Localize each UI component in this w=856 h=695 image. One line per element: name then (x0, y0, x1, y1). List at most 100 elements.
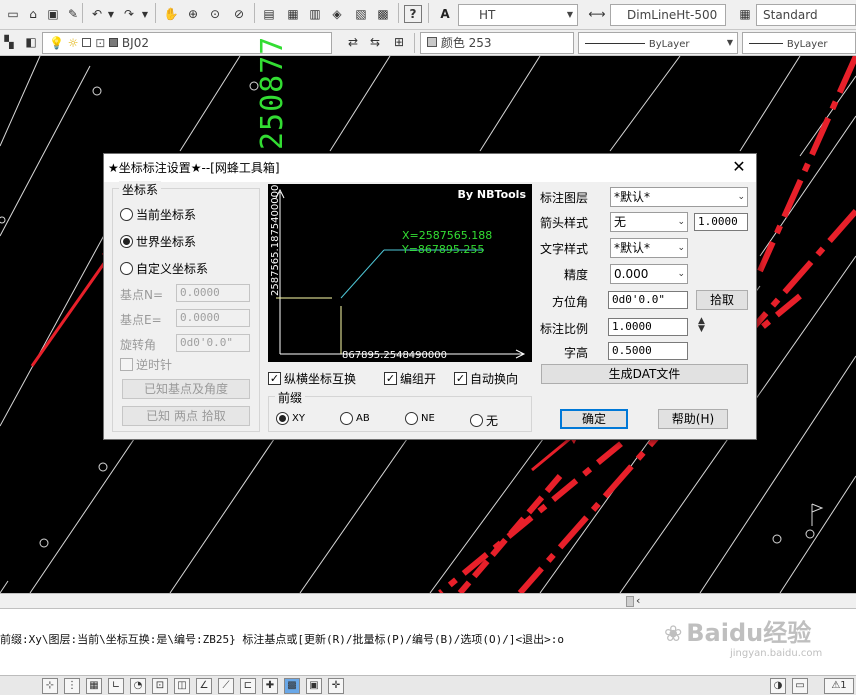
generate-dat-button[interactable]: 生成DAT文件 (541, 364, 748, 384)
text-height-input[interactable]: 0.5000 (608, 342, 688, 360)
dim-style-icon: ⟷ (588, 7, 606, 21)
markup-icon[interactable]: ▧ (352, 5, 370, 23)
new-icon[interactable]: ▭ (4, 5, 22, 23)
quick-props-icon[interactable]: ▣ (306, 678, 322, 694)
base-e-label: 基点E= (120, 313, 162, 327)
radio-current-coord[interactable]: 当前坐标系 (120, 206, 196, 223)
radio-world-coord[interactable]: 世界坐标系 (120, 233, 196, 250)
layer-walk-icon[interactable]: ⊞ (390, 33, 408, 51)
undo-dropdown-icon[interactable]: ▼ (106, 5, 116, 23)
scroll-thumb[interactable] (626, 596, 634, 607)
lightbulb-icon: 💡 (49, 36, 64, 50)
unlock-icon: ⊡ (95, 36, 106, 50)
ducs-icon[interactable]: ⟋ (218, 678, 234, 694)
preview-leader (340, 249, 385, 299)
radio-icon (470, 414, 483, 427)
baidu-watermark: ❀ Baidu经验 jingyan.baidu.com (664, 613, 822, 659)
rotate-input[interactable]: 0d0'0.0" (176, 334, 250, 352)
color-swatch-icon (427, 37, 437, 47)
lineweight-icon[interactable]: ✚ (262, 678, 278, 694)
command-line[interactable]: 前缀:Xy\图层:当前\坐标互换:是\编号:ZB25} 标注基点或[更新(R)/… (0, 631, 564, 647)
radio-prefix-none[interactable]: 无 (470, 412, 498, 429)
precision-select[interactable]: 0.000 ⌄ (610, 264, 688, 284)
annotation-scale-icon[interactable]: ⚠1 (824, 678, 854, 694)
layer-state-icon[interactable]: ◧ (22, 33, 40, 51)
model-icon[interactable]: ◑ (770, 678, 786, 694)
open-icon[interactable]: ⌂ (24, 5, 42, 23)
polar-icon[interactable]: ◔ (130, 678, 146, 694)
base-e-input[interactable]: 0.0000 (176, 309, 250, 327)
pick-button[interactable]: 拾取 (696, 290, 748, 310)
ccw-checkbox[interactable]: 逆时针 (120, 356, 172, 373)
transparency-icon[interactable]: ▩ (284, 678, 300, 694)
checkbox-icon (120, 358, 133, 371)
3d-osnap-icon[interactable]: ◫ (174, 678, 190, 694)
pan-icon[interactable]: ✋ (162, 5, 180, 23)
zoom-window-icon[interactable]: ⊕ (184, 5, 202, 23)
layer-manager-icon[interactable]: ▚ (0, 33, 18, 51)
linetype-value: ByLayer (648, 39, 690, 50)
redo-icon[interactable]: ↷ (120, 5, 138, 23)
color-combo[interactable]: 颜色 253 (420, 32, 574, 54)
radio-custom-coord[interactable]: 自定义坐标系 (120, 260, 208, 277)
selection-cycling-icon[interactable]: ✛ (328, 678, 344, 694)
paw-icon: ❀ (664, 622, 683, 647)
grid-display-icon[interactable]: ⋮ (64, 678, 80, 694)
group-on-checkbox[interactable]: ✓ 编组开 (384, 370, 436, 387)
spin-updown-icon[interactable]: ▲ ▼ (698, 317, 705, 334)
tool-palette-icon[interactable]: ▥ (306, 5, 324, 23)
zoom-previous-icon[interactable]: ⊘ (230, 5, 248, 23)
help-icon[interactable]: ? (404, 5, 422, 23)
otrack-icon[interactable]: ∠ (196, 678, 212, 694)
text-style-combo[interactable]: HT ▼ (458, 4, 578, 26)
table-style-combo[interactable]: Standard (756, 4, 856, 26)
layer-select[interactable]: *默认* ⌄ (610, 187, 748, 207)
arrow-size-input[interactable]: 1.0000 (694, 213, 748, 231)
base-n-input[interactable]: 0.0000 (176, 284, 250, 302)
radio-prefix-ab[interactable]: AB (340, 412, 370, 425)
redo-dropdown-icon[interactable]: ▼ (140, 5, 150, 23)
osnap-icon[interactable]: ⊡ (152, 678, 168, 694)
linetype-combo[interactable]: ByLayer ▼ (578, 32, 738, 54)
sheetset-icon[interactable]: ◈ (328, 5, 346, 23)
design-center-icon[interactable]: ▦ (284, 5, 302, 23)
saveas-icon[interactable]: ✎ (64, 5, 82, 23)
radio-prefix-ne[interactable]: NE (405, 412, 435, 425)
auto-direction-checkbox[interactable]: ✓ 自动换向 (454, 370, 518, 387)
snap-icon[interactable]: ⊹ (42, 678, 58, 694)
scale-input[interactable]: 1.0000 (608, 318, 688, 336)
dyn-icon[interactable]: ⊏ (240, 678, 256, 694)
calculator-icon[interactable]: ▩ (374, 5, 392, 23)
command-area: ‹ 前缀:Xy\图层:当前\坐标互换:是\编号:ZB25} 标注基点或[更新(R… (0, 593, 856, 675)
checkmark-icon: ✓ (384, 372, 397, 385)
save-icon[interactable]: ▣ (44, 5, 62, 23)
known-two-points-button[interactable]: 已知 两点 拾取 (122, 406, 250, 426)
undo-icon[interactable]: ↶ (88, 5, 106, 23)
layer-previous-icon[interactable]: ⇆ (366, 33, 384, 51)
ok-button[interactable]: 确定 (560, 409, 628, 429)
properties-icon[interactable]: ▤ (260, 5, 278, 23)
chevron-down-icon: ⌄ (677, 269, 685, 279)
arrow-style-select[interactable]: 无 ⌄ (610, 212, 688, 232)
ortho-icon[interactable]: ∟ (108, 678, 124, 694)
close-icon[interactable]: ✕ (730, 158, 748, 176)
help-button[interactable]: 帮助(H) (658, 409, 728, 429)
known-base-angle-button[interactable]: 已知基点及角度 (122, 379, 250, 399)
scroll-left-icon[interactable]: ‹ (636, 594, 640, 607)
azimuth-input[interactable]: 0d0'0.0" (608, 291, 688, 309)
radio-label: 世界坐标系 (136, 235, 197, 249)
zoom-icon[interactable]: ⊙ (206, 5, 224, 23)
select-value: *默认* (614, 190, 651, 204)
chevron-down-icon: ▼ (726, 38, 734, 47)
make-current-icon[interactable]: ⇄ (344, 33, 362, 51)
text-style-select[interactable]: *默认* ⌄ (610, 238, 688, 258)
lineweight-combo[interactable]: ByLayer (742, 32, 856, 54)
h-scrollbar[interactable]: ‹ (0, 593, 856, 609)
dim-style-combo[interactable]: DimLineHt-500 (610, 4, 726, 26)
radio-prefix-xy[interactable]: XY (276, 412, 305, 425)
quick-view-icon[interactable]: ▭ (792, 678, 808, 694)
grid-icon[interactable]: ▦ (86, 678, 102, 694)
swap-xy-checkbox[interactable]: ✓ 纵横坐标互换 (268, 370, 356, 387)
checkbox-label: 自动换向 (470, 372, 519, 386)
radio-selected-icon (120, 235, 133, 248)
